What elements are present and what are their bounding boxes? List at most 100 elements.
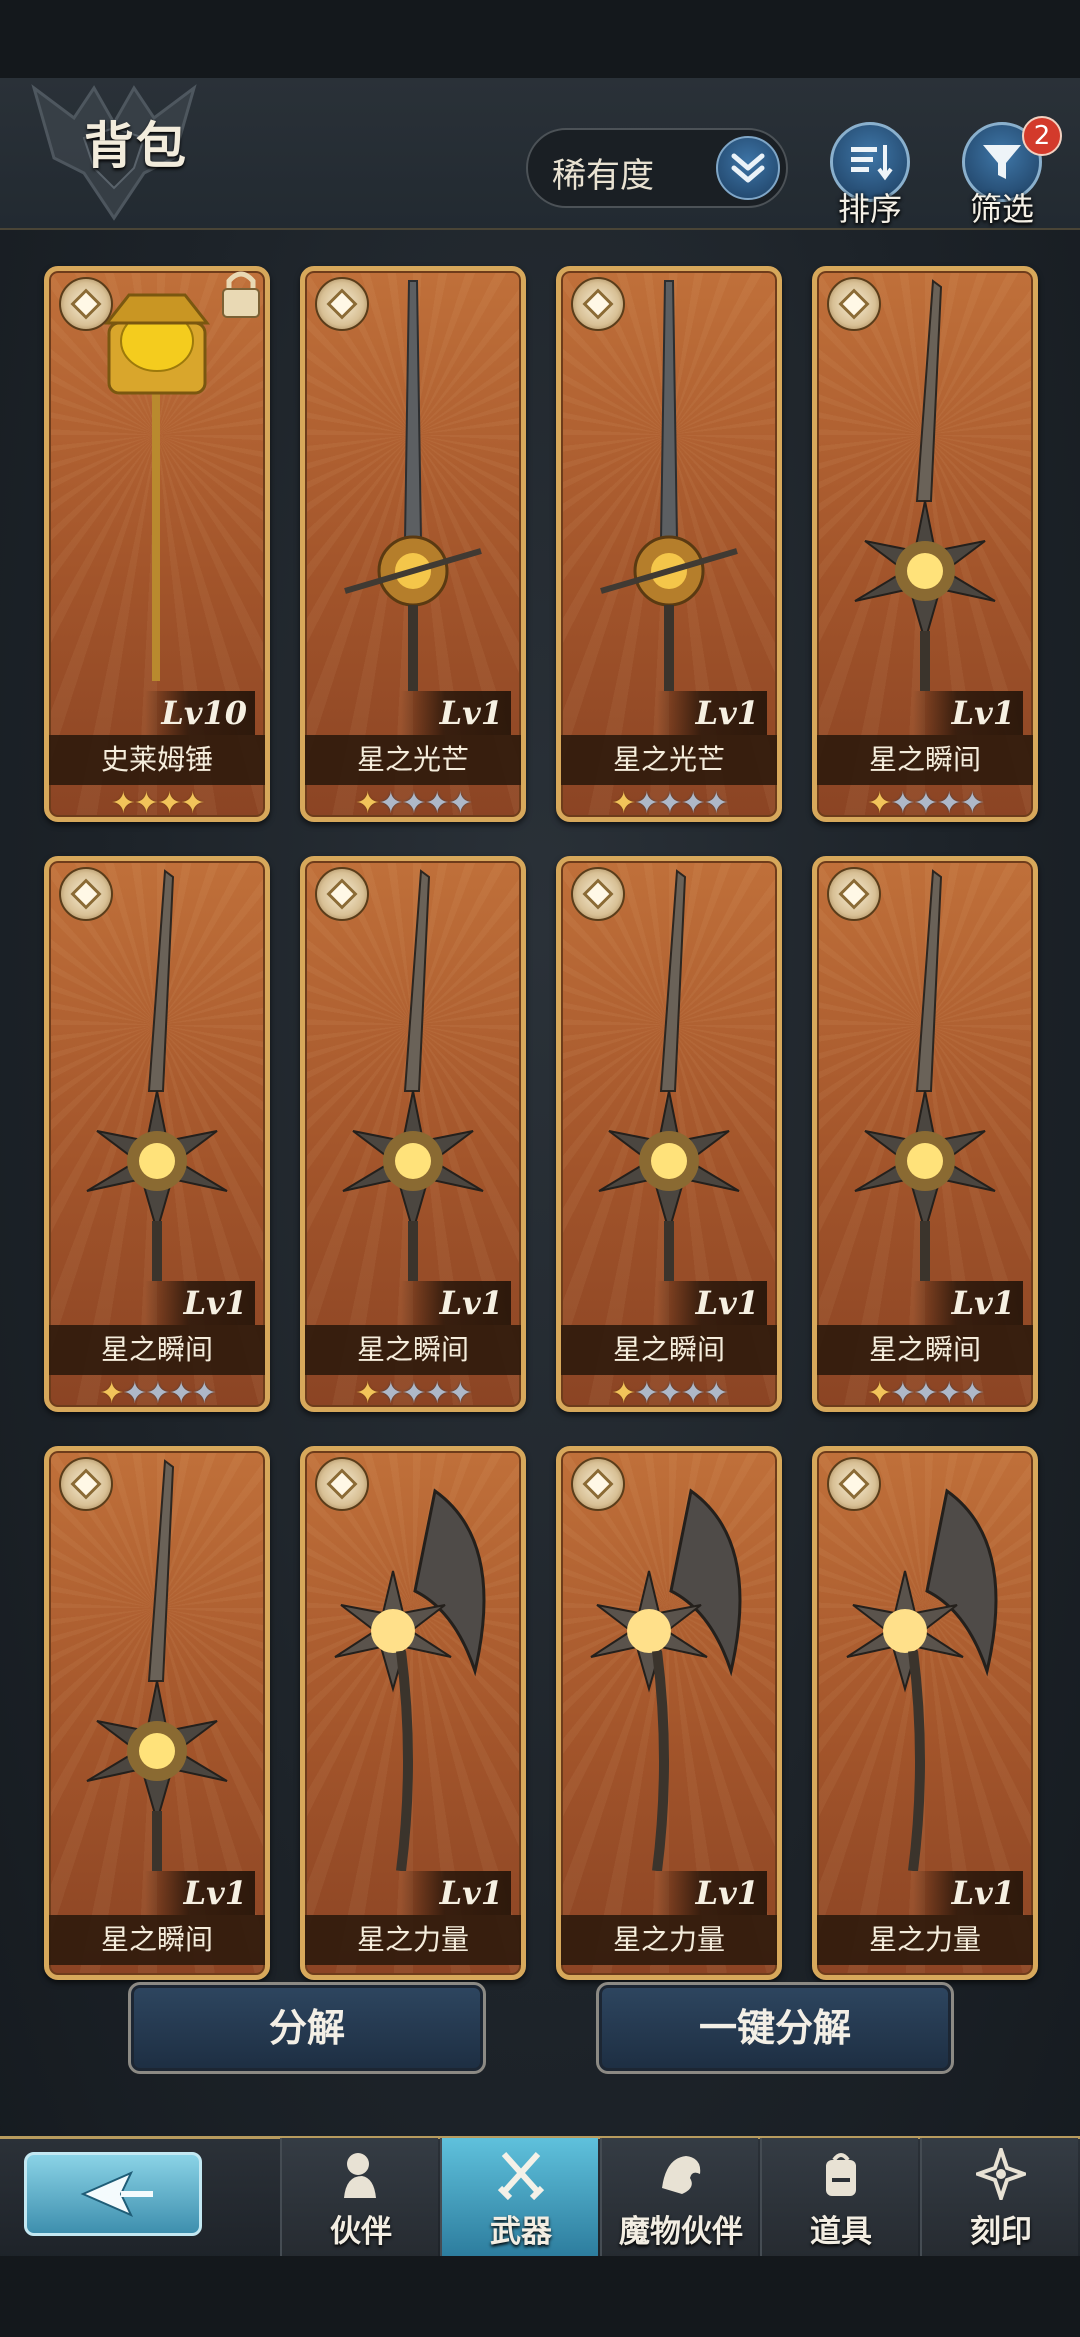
weapon-card[interactable]: Lv1 星之瞬间: [44, 1446, 270, 1980]
item-level: Lv1: [145, 1281, 255, 1325]
silver-star-icon: ✦: [913, 1376, 938, 1411]
item-name: 星之力量: [561, 1915, 777, 1965]
gold-star-icon: ✦: [611, 786, 636, 821]
star-rating: ✦✦✦✦✦: [49, 1376, 265, 1411]
silver-star-icon: ✦: [378, 1376, 403, 1411]
decompose-button[interactable]: 分解: [128, 1982, 486, 2074]
rarity-gem-icon: [59, 277, 113, 331]
gold-star-icon: ✦: [99, 1376, 124, 1411]
silver-star-icon: ✦: [959, 786, 985, 821]
tab-label: 道具: [810, 2214, 872, 2250]
star-rating: ✦✦✦✦: [49, 786, 265, 821]
gold-star-icon: ✦: [611, 1376, 636, 1411]
weapon-card[interactable]: Lv10 史莱姆锤 ✦✦✦✦: [44, 266, 270, 822]
gold-star-icon: ✦: [133, 786, 159, 821]
weapon-card[interactable]: Lv1 星之光芒 ✦✦✦✦✦: [556, 266, 782, 822]
axe-image: [561, 1451, 777, 1872]
item-name: 星之瞬间: [305, 1325, 521, 1375]
weapon-card[interactable]: Lv1 星之力量: [812, 1446, 1038, 1980]
sort-button-label: 排序: [837, 190, 902, 228]
item-level: Lv1: [401, 1281, 511, 1325]
item-level: Lv1: [145, 1871, 255, 1915]
weapon-card[interactable]: Lv1 星之力量: [300, 1446, 526, 1980]
silver-star-icon: ✦: [401, 1376, 426, 1411]
sword-image: [305, 271, 521, 691]
one-click-decompose-button[interactable]: 一键分解: [596, 1982, 954, 2074]
sort-order-select[interactable]: 稀有度: [526, 128, 788, 208]
sort-button[interactable]: 排序: [810, 122, 930, 232]
silver-star-icon: ✦: [424, 786, 450, 821]
star-sword-image: [817, 861, 1033, 1281]
filter-button-label: 筛选: [969, 190, 1034, 228]
silver-star-icon: ✦: [657, 1376, 682, 1411]
sort-select-value: 稀有度: [552, 156, 654, 196]
partner-icon: [336, 2148, 386, 2200]
silver-star-icon: ✦: [447, 1376, 473, 1411]
star-sword-image: [561, 861, 777, 1281]
silver-star-icon: ✦: [191, 1376, 217, 1411]
item-level: Lv10: [145, 691, 255, 735]
item-name: 星之瞬间: [49, 1915, 265, 1965]
backpack-icon: [816, 2148, 866, 2200]
rarity-gem-icon: [827, 277, 881, 331]
star-rating: ✦✦✦✦✦: [561, 786, 777, 821]
item-level: Lv1: [657, 1871, 767, 1915]
silver-star-icon: ✦: [913, 786, 938, 821]
tab-dragon[interactable]: 魔物伙伴: [600, 2138, 758, 2256]
dragon-icon: [656, 2148, 706, 2200]
gold-star-icon: ✦: [110, 786, 136, 821]
sword-image: [561, 271, 777, 691]
crossed-swords-icon: [496, 2148, 546, 2201]
item-name: 星之瞬间: [817, 735, 1033, 785]
item-level: Lv1: [913, 1281, 1023, 1325]
axe-image: [817, 1451, 1033, 1872]
tab-label: 魔物伙伴: [619, 2214, 743, 2250]
tab-rune-star[interactable]: 刻印: [920, 2138, 1078, 2256]
lock-icon: [215, 271, 265, 321]
weapon-card[interactable]: Lv1 星之瞬间 ✦✦✦✦✦: [44, 856, 270, 1412]
silver-star-icon: ✦: [122, 1376, 147, 1411]
silver-star-icon: ✦: [703, 1376, 729, 1411]
gold-star-icon: ✦: [180, 786, 205, 821]
weapon-card[interactable]: Lv1 星之力量: [556, 1446, 782, 1980]
silver-star-icon: ✦: [680, 1376, 706, 1411]
item-name: 星之瞬间: [561, 1325, 777, 1375]
rarity-gem-icon: [315, 1457, 369, 1511]
silver-star-icon: ✦: [890, 786, 915, 821]
weapon-card[interactable]: Lv1 星之瞬间 ✦✦✦✦✦: [812, 856, 1038, 1412]
star-sword-image: [305, 861, 521, 1281]
star-sword-image: [49, 1451, 265, 1871]
rune-star-icon: [971, 2143, 1031, 2205]
silver-star-icon: ✦: [424, 1376, 450, 1411]
weapon-card[interactable]: Lv1 星之瞬间 ✦✦✦✦✦: [300, 856, 526, 1412]
rarity-gem-icon: [827, 1457, 881, 1511]
weapon-card[interactable]: Lv1 星之瞬间 ✦✦✦✦✦: [812, 266, 1038, 822]
rarity-gem-icon: [315, 867, 369, 921]
chevron-down-icon[interactable]: [716, 136, 780, 200]
silver-star-icon: ✦: [680, 786, 706, 821]
tab-label: 刻印: [970, 2214, 1032, 2250]
silver-star-icon: ✦: [703, 786, 729, 821]
tab-label: 伙伴: [330, 2214, 392, 2250]
silver-star-icon: ✦: [890, 1376, 915, 1411]
filter-count-badge: 2: [1022, 116, 1062, 156]
gold-star-icon: ✦: [157, 786, 182, 821]
back-arrow-icon: [80, 2171, 153, 2217]
weapon-card[interactable]: Lv1 星之瞬间 ✦✦✦✦✦: [556, 856, 782, 1412]
item-name: 星之力量: [305, 1915, 521, 1965]
weapon-card[interactable]: Lv1 星之光芒 ✦✦✦✦✦: [300, 266, 526, 822]
tab-label: 武器: [490, 2214, 552, 2250]
item-name: 星之光芒: [305, 735, 521, 785]
tab-partner[interactable]: 伙伴: [280, 2138, 438, 2256]
silver-star-icon: ✦: [168, 1376, 194, 1411]
star-rating: ✦✦✦✦✦: [305, 1376, 521, 1411]
rarity-gem-icon: [571, 1457, 625, 1511]
silver-star-icon: ✦: [401, 786, 426, 821]
tab-crossed-swords[interactable]: 武器: [440, 2138, 598, 2256]
silver-star-icon: ✦: [447, 786, 473, 821]
back-button[interactable]: [24, 2152, 202, 2236]
item-name: 星之瞬间: [817, 1325, 1033, 1375]
tab-backpack[interactable]: 道具: [760, 2138, 918, 2256]
star-sword-image: [49, 861, 265, 1281]
item-level: Lv1: [401, 1871, 511, 1915]
